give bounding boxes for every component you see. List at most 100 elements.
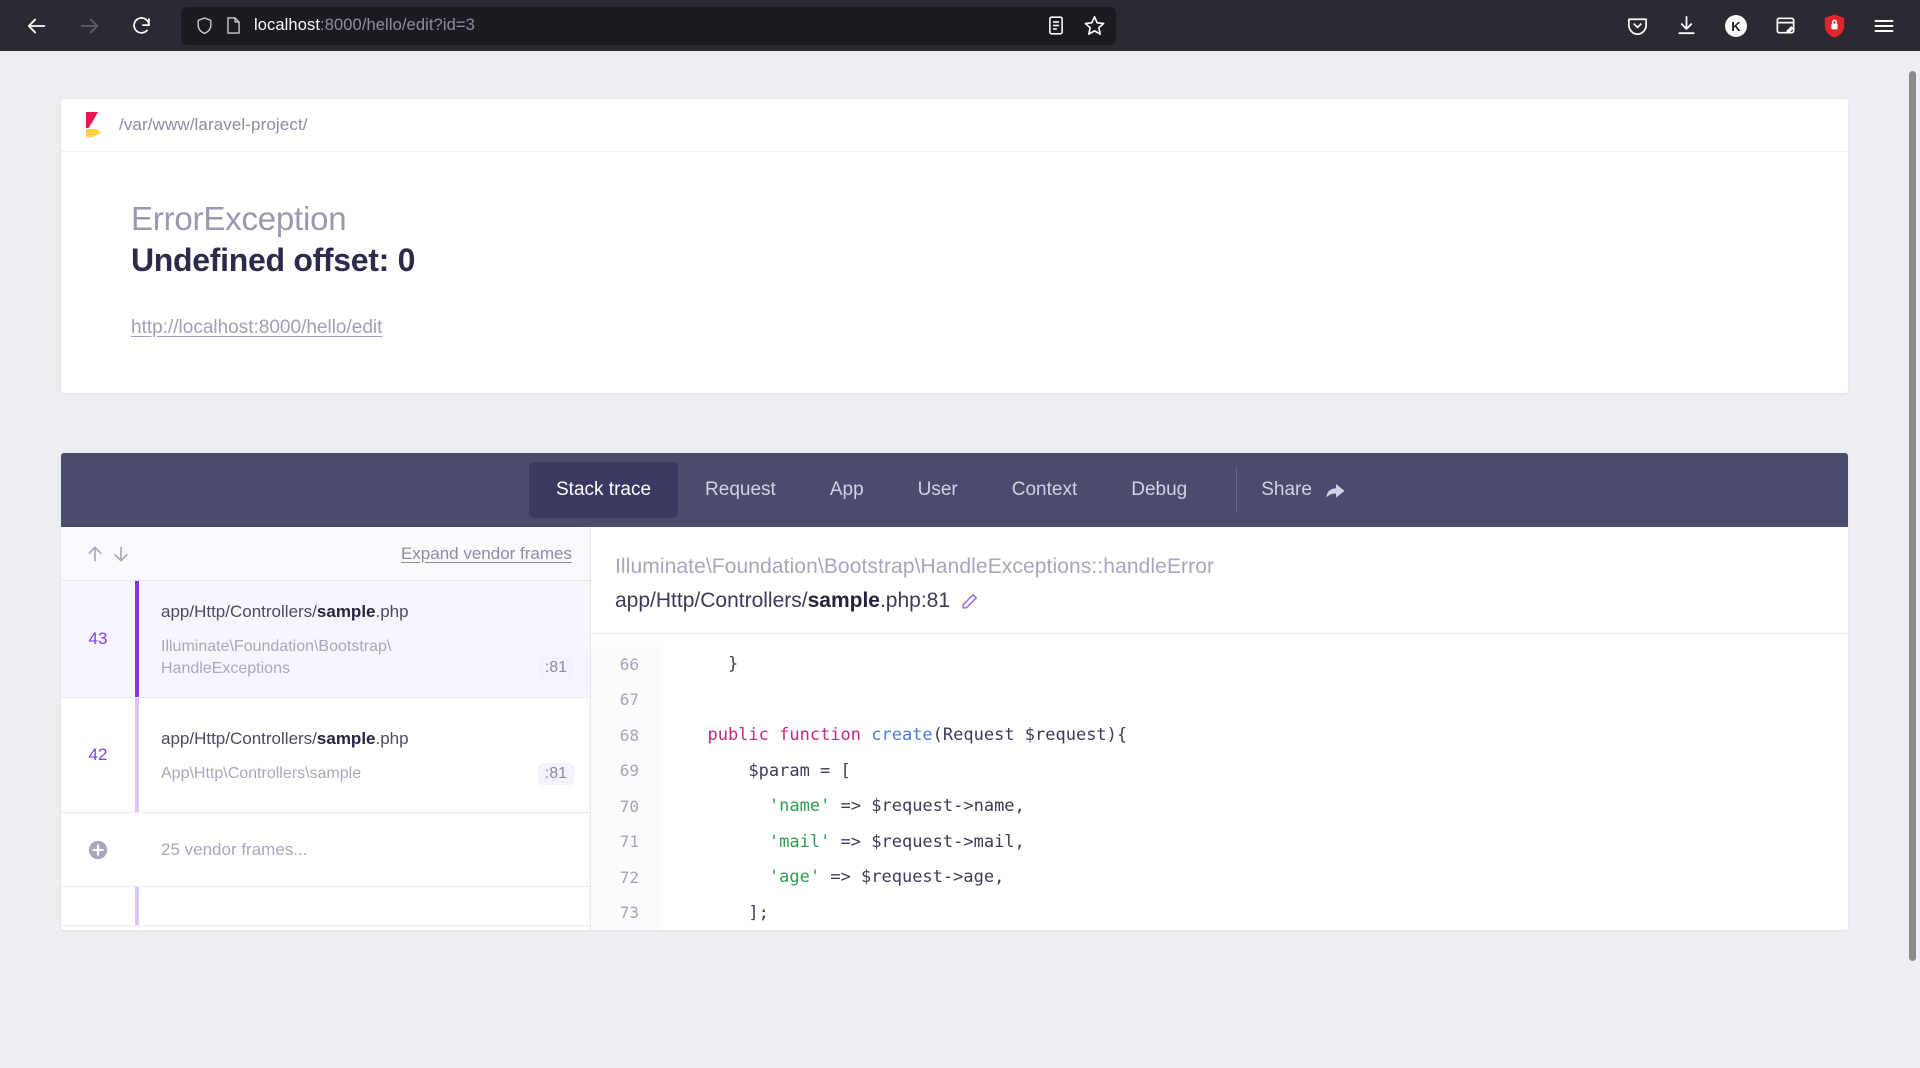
stack-trace-body: Expand vendor frames 43 app/Http/Control… [61,527,1848,931]
kagi-account-icon[interactable]: K [1724,14,1748,38]
stack-frame-42[interactable]: 42 app/Http/Controllers/sample.php App\H… [61,698,590,814]
addressbar-right-icons [1046,14,1106,37]
exception-message: Undefined offset: 0 [131,242,416,278]
stack-frame-next[interactable] [61,887,590,927]
stack-frame-43[interactable]: 43 app/Http/Controllers/sample.php Illum… [61,581,590,699]
downloads-icon[interactable] [1675,14,1698,37]
frame-file-name: sample [316,729,376,749]
code-line-content: 'mail' => $request->mail, [768,831,1025,852]
code-line: 71 'mail' => $request->mail, [591,823,1848,860]
scrollbar-thumb[interactable] [1909,71,1916,961]
frame-class: App\Http\Controllers\sample [161,765,362,783]
code-line-number: 73 [591,894,661,931]
svg-text:K: K [1731,19,1741,34]
navigation-buttons [18,7,160,45]
expand-vendor-frames-link[interactable]: Expand vendor frames [401,544,572,564]
frame-class: Illuminate\Foundation\Bootstrap\ HandleE… [161,638,392,677]
toolbar-extensions: K [1626,13,1902,38]
tab-divider [1236,468,1238,512]
pencil-edit-icon[interactable] [960,592,979,611]
tab-context[interactable]: Context [985,462,1104,518]
frame-line-number: :81 [537,762,574,785]
tab-app[interactable]: App [803,462,891,518]
share-button[interactable]: Share [1251,479,1356,501]
arrow-down-icon[interactable] [111,544,131,564]
code-header-file: app/Http/Controllers/sample.php:81 [615,589,1848,613]
debug-panel: Stack trace Request App User Context Deb… [61,453,1848,931]
hamburger-menu-icon[interactable] [1872,14,1896,38]
page-scrollbar[interactable] [1904,51,1920,1068]
request-url-link[interactable]: http://localhost:8000/hello/edit [131,317,382,339]
frame-content [139,887,590,925]
flare-logo-icon [81,110,107,140]
reader-mode-icon[interactable] [1046,15,1066,36]
code-line-content: ]; [687,902,769,923]
code-line-content: public function create(Request $request)… [707,725,1128,746]
vendor-frames-row[interactable]: 25 vendor frames... [61,813,590,888]
code-line-content: 'name' => $request->name, [768,796,1025,817]
forward-button[interactable] [70,7,108,45]
code-line-number: 70 [591,788,661,824]
reload-icon [132,17,150,34]
plus-circle-icon[interactable] [87,839,109,861]
shield-icon[interactable] [195,16,214,35]
code-line: 69 $param = [ [591,752,1848,789]
code-line-content: } [687,654,739,675]
frame-content: app/Http/Controllers/sample.php Illumina… [139,581,590,697]
code-line: 67 [591,681,1848,718]
tab-user[interactable]: User [891,462,985,518]
arrow-up-icon[interactable] [85,544,105,564]
vendor-expand-cell [61,839,135,861]
code-line-number: 66 [591,646,661,682]
reload-button[interactable] [122,7,160,45]
url-text[interactable]: localhost:8000/hello/edit?id=3 [254,16,1036,35]
frame-number: 42 [88,745,108,765]
code-line-content: $param = [ [687,760,851,781]
exception-card: /var/www/laravel-project/ ErrorException… [61,99,1848,393]
page-icon[interactable] [225,16,242,35]
code-header-path: app/Http/Controllers/ [615,589,808,613]
pocket-icon[interactable] [1626,14,1649,37]
forward-arrow-icon [80,18,99,33]
back-arrow-icon [27,18,46,33]
tab-stack-trace[interactable]: Stack trace [529,462,679,518]
tab-request[interactable]: Request [678,462,803,518]
frame-file-path: app/Http/Controllers/ [161,602,317,621]
url-host: localhost [254,16,321,34]
code-line: 70 'name' => $request->name, [591,788,1848,824]
frames-header: Expand vendor frames [61,527,590,581]
frame-file: app/Http/Controllers/sample.php [161,728,574,749]
frame-file-ext: .php [375,602,409,621]
code-lines: 66 } 67 68 public function create(Request … [591,633,1848,931]
back-button[interactable] [18,7,56,45]
code-line-number: 72 [591,859,661,895]
code-header-name: sample [807,589,880,613]
frame-file-ext: .php [375,729,409,749]
sort-arrows [85,544,131,564]
frame-number [61,887,135,925]
code-line-number: 68 [591,717,661,753]
password-manager-icon[interactable] [1823,13,1846,38]
card-body: ErrorException Undefined offset: 0 http:… [61,152,1848,393]
browser-toolbar: localhost:8000/hello/edit?id=3 K [0,0,1920,51]
code-line: 68 public function create(Request $reque… [591,717,1848,753]
code-line-content: 'age' => $request->age, [768,867,1005,888]
bookmark-star-icon[interactable] [1083,14,1106,37]
exception-class: ErrorException [131,200,347,237]
screenshot-icon[interactable] [1774,14,1797,37]
code-line-number: 71 [591,823,661,860]
code-line: 66 } [591,646,1848,682]
frames-column: Expand vendor frames 43 app/Http/Control… [61,527,591,931]
code-header-file-text: app/Http/Controllers/sample.php:81 [615,589,950,613]
frame-file-name: sample [316,602,376,621]
vendor-frames-label: 25 vendor frames... [161,839,308,859]
code-header-class: Illuminate\Foundation\Bootstrap\HandleEx… [615,555,1215,578]
code-line-number: 69 [591,752,661,789]
share-arrow-icon [1326,483,1345,498]
address-bar[interactable]: localhost:8000/hello/edit?id=3 [181,6,1116,45]
frame-file: app/Http/Controllers/sample.php [161,601,574,622]
code-header: Illuminate\Foundation\Bootstrap\HandleEx… [591,527,1848,633]
code-column: Illuminate\Foundation\Bootstrap\HandleEx… [591,527,1848,931]
tab-debug[interactable]: Debug [1104,462,1214,518]
card-topbar: /var/www/laravel-project/ [61,99,1848,152]
